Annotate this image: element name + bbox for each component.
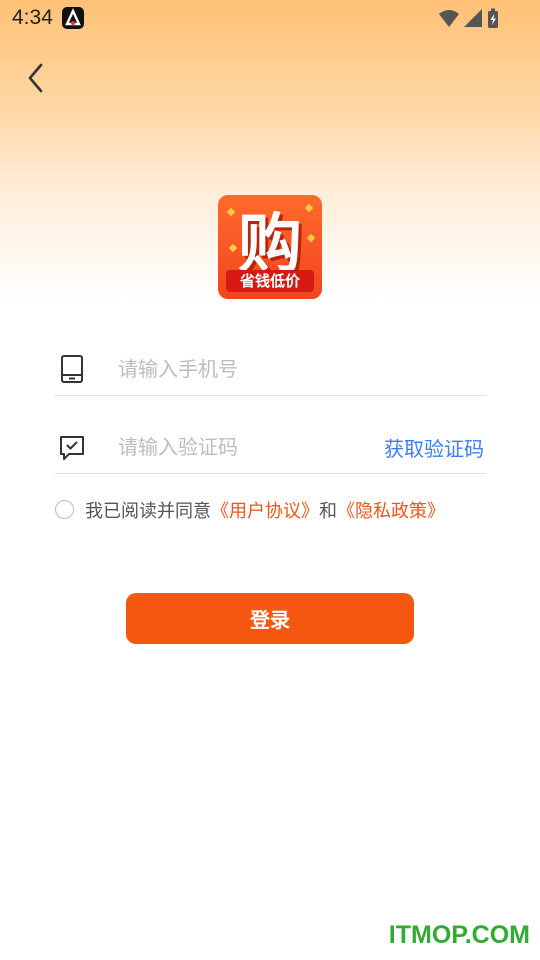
back-button[interactable] <box>22 58 54 98</box>
signal-icon <box>464 9 482 27</box>
battery-icon <box>488 8 498 28</box>
phone-icon <box>59 354 85 384</box>
verification-code-input[interactable] <box>116 429 370 465</box>
agreement-checkbox[interactable] <box>55 500 74 519</box>
agreement-and: 和 <box>319 501 337 522</box>
code-field: 获取验证码 <box>55 421 486 474</box>
status-time: 4:34 <box>12 6 53 29</box>
agreement-prefix: 我已阅读并同意 <box>85 501 211 522</box>
notification-app-icon <box>62 7 84 29</box>
login-button[interactable]: 登录 <box>126 593 414 644</box>
privacy-policy-link[interactable]: 《隐私政策》 <box>337 501 445 522</box>
phone-field <box>55 343 486 396</box>
logo-banner: 省钱低价 <box>226 270 314 292</box>
status-icons <box>438 8 500 34</box>
chevron-left-icon <box>28 63 43 93</box>
status-bar: 4:34 <box>0 0 540 36</box>
app-logo: 购 省钱低价 <box>218 195 322 299</box>
get-code-button[interactable]: 获取验证码 <box>384 433 484 462</box>
watermark: ITMOP.COM <box>388 921 530 949</box>
phone-input[interactable] <box>116 351 370 387</box>
user-agreement-link[interactable]: 《用户协议》 <box>211 501 319 522</box>
agreement-text: 我已阅读并同意《用户协议》和《隐私政策》 <box>85 497 445 523</box>
wifi-icon <box>439 10 459 27</box>
message-check-icon <box>59 432 85 462</box>
